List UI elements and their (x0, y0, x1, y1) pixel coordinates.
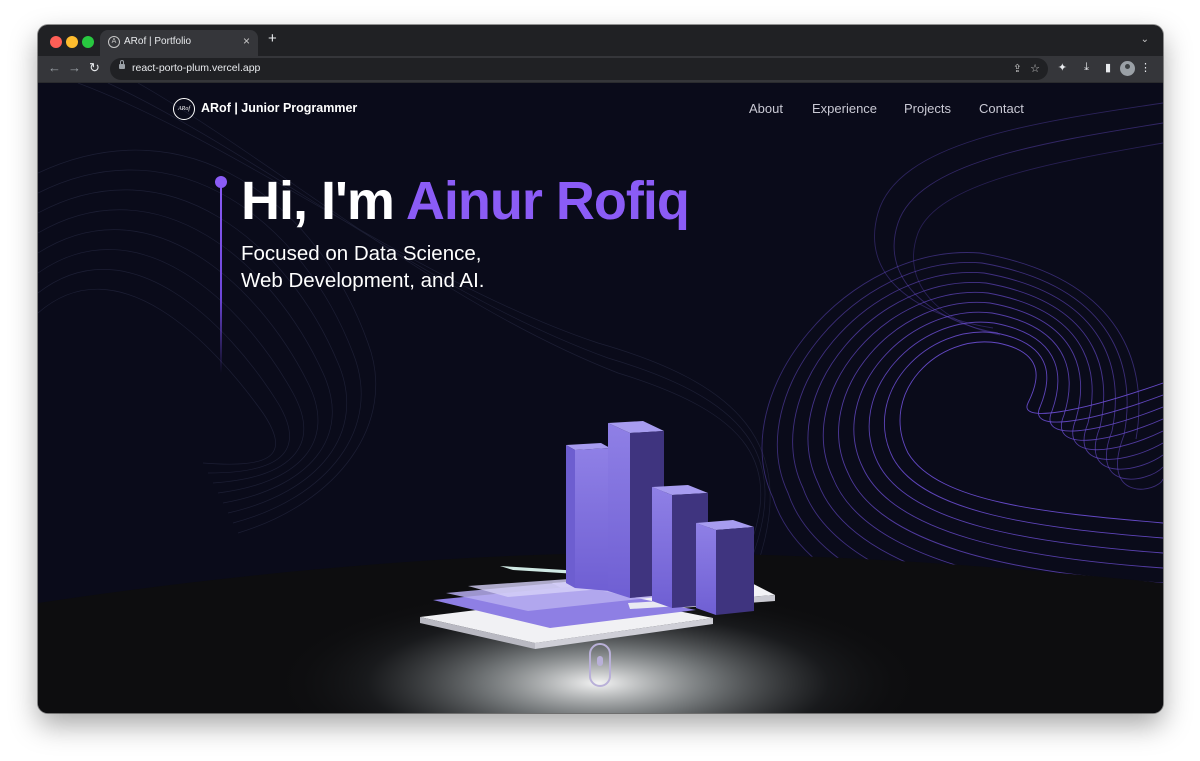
site-navbar: ARof ARof | Junior Programmer About Expe… (38, 83, 1163, 135)
close-window-button[interactable] (50, 36, 62, 48)
nav-link-experience[interactable]: Experience (812, 101, 877, 116)
minimize-window-button[interactable] (66, 36, 78, 48)
browser-tab[interactable]: A ARof | Portfolio × (100, 30, 258, 56)
browser-window: A ARof | Portfolio × + ⌄ ← → ↻ react-por… (38, 25, 1163, 713)
forward-icon[interactable]: → (68, 60, 81, 75)
hero-subtitle-line1: Focused on Data Science, (241, 242, 482, 265)
address-bar[interactable]: react-porto-plum.vercel.app ⇪ ☆ (110, 58, 1048, 80)
scroll-down-indicator[interactable] (589, 643, 611, 687)
extensions-icon[interactable]: ✦ (1058, 61, 1067, 74)
profile-avatar[interactable] (1120, 61, 1135, 76)
maximize-window-button[interactable] (82, 36, 94, 48)
url-text[interactable]: react-porto-plum.vercel.app (132, 62, 260, 74)
page-viewport: ARof ARof | Junior Programmer About Expe… (38, 83, 1163, 713)
logo-icon[interactable]: ARof (173, 98, 195, 120)
tab-close-icon[interactable]: × (243, 34, 250, 48)
tab-search-chevron-icon[interactable]: ⌄ (1141, 34, 1149, 45)
back-icon[interactable]: ← (48, 60, 61, 75)
browser-toolbar: ← → ↻ react-porto-plum.vercel.app ⇪ ☆ ✦ … (38, 56, 1163, 83)
lock-icon[interactable] (119, 60, 125, 69)
nav-link-projects[interactable]: Projects (904, 101, 951, 116)
star-icon[interactable]: ☆ (1030, 62, 1040, 75)
hero-title: Hi, I'm Ainur Rofiq (241, 170, 690, 232)
hero-greeting: Hi, I'm (241, 171, 395, 231)
tab-title: ARof | Portfolio (124, 36, 192, 47)
reload-icon[interactable]: ↻ (89, 60, 100, 76)
favicon-icon: A (108, 36, 120, 48)
hero-name: Ainur Rofiq (405, 171, 690, 231)
download-icon[interactable]: ⤓ (1084, 61, 1089, 74)
nav-link-about[interactable]: About (749, 101, 783, 116)
kebab-menu-icon[interactable]: ⋮ (1140, 61, 1151, 74)
hero-vertical-line (220, 183, 222, 373)
new-tab-button[interactable]: + (268, 30, 277, 47)
nav-link-contact[interactable]: Contact (979, 101, 1024, 116)
tab-strip: A ARof | Portfolio × + ⌄ (38, 25, 1163, 56)
share-icon[interactable]: ⇪ (1013, 62, 1022, 75)
hero-subtitle: Focused on Data Science, Web Development… (241, 240, 485, 294)
brand-name[interactable]: ARof | Junior Programmer (201, 101, 357, 115)
side-panel-icon[interactable]: ▮ (1105, 61, 1111, 74)
hero-subtitle-line2: Web Development, and AI. (241, 269, 485, 292)
